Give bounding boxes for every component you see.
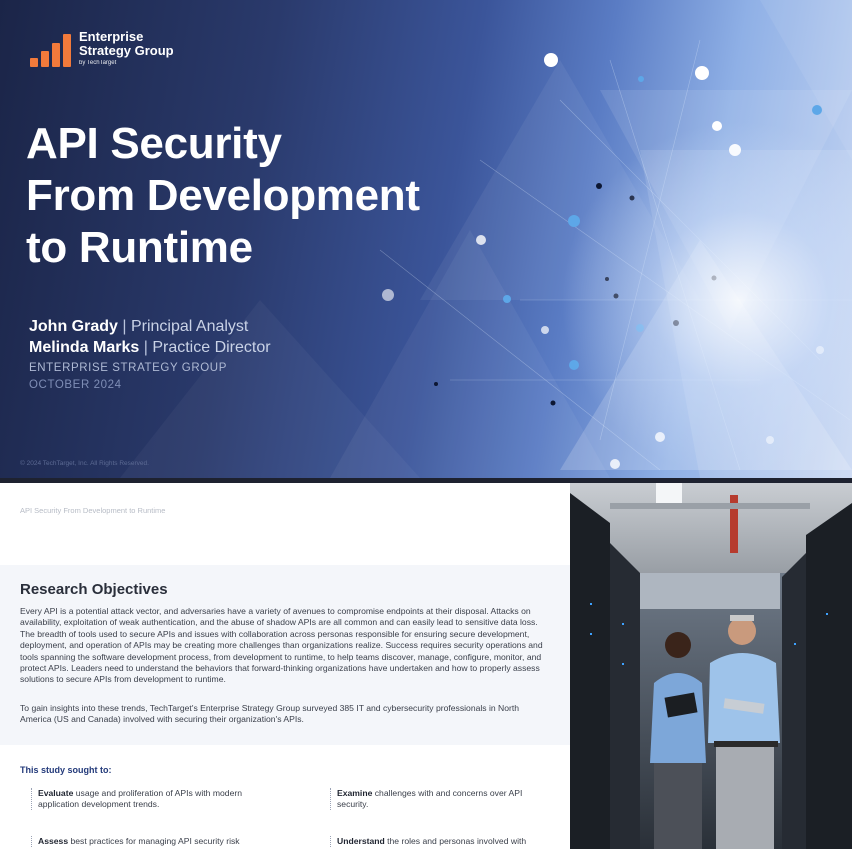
organization-name: ENTERPRISE STRATEGY GROUP bbox=[29, 362, 227, 374]
title-line-1: API Security bbox=[26, 119, 282, 168]
author-separator: | bbox=[143, 339, 148, 356]
cover-title: API Security From Development to Runtime bbox=[26, 118, 546, 274]
running-header: API Security From Development to Runtime bbox=[20, 506, 166, 515]
copyright-notice: © 2024 TechTarget, Inc. All Rights Reser… bbox=[20, 460, 149, 467]
logo-tagline: by TechTarget bbox=[79, 60, 117, 67]
content-page: API Security From Development to Runtime… bbox=[0, 483, 570, 849]
author-list: John Grady | Principal Analyst Melinda M… bbox=[29, 316, 271, 358]
publication-date: OCTOBER 2024 bbox=[29, 379, 122, 391]
study-goals-heading: This study sought to: bbox=[20, 765, 112, 775]
author-2: Melinda Marks | Practice Director bbox=[29, 337, 271, 358]
title-line-2: From Development bbox=[26, 171, 420, 220]
study-goal-item: Assess best practices for managing API s… bbox=[31, 836, 278, 848]
objectives-paragraph-2: To gain insights into these trends, Tech… bbox=[20, 703, 520, 725]
author-name: Melinda Marks bbox=[29, 339, 140, 356]
logo-line1: Enterprise bbox=[79, 29, 144, 44]
datacenter-photo bbox=[570, 483, 852, 849]
study-goal-item: Understand the roles and personas involv… bbox=[330, 836, 557, 848]
author-name: John Grady bbox=[29, 318, 118, 335]
study-goal-item: Examine challenges with and concerns ove… bbox=[330, 788, 537, 811]
goal-verb: Evaluate bbox=[38, 788, 74, 798]
author-separator: | bbox=[122, 318, 127, 335]
logo-line2: Strategy Group bbox=[79, 42, 174, 58]
datacenter-illustration bbox=[570, 483, 852, 849]
author-role: Principal Analyst bbox=[130, 318, 249, 335]
goal-verb: Examine bbox=[337, 788, 373, 798]
logo-bars-icon bbox=[30, 33, 71, 67]
goal-verb: Assess bbox=[38, 836, 69, 846]
author-role: Practice Director bbox=[152, 339, 271, 356]
objectives-paragraph-1: Every API is a potential attack vector, … bbox=[20, 606, 543, 685]
section-title: Research Objectives bbox=[20, 581, 168, 598]
goal-text: best practices for managing API security… bbox=[68, 836, 240, 846]
study-goal-item: Evaluate usage and proliferation of APIs… bbox=[31, 788, 278, 811]
title-line-3: to Runtime bbox=[26, 223, 253, 272]
goal-text: the roles and personas involved with bbox=[384, 836, 527, 846]
goal-verb: Understand bbox=[337, 836, 385, 846]
logo-wordmark: Enterprise Strategy Group by TechTarget bbox=[79, 30, 174, 67]
author-1: John Grady | Principal Analyst bbox=[29, 316, 271, 337]
esg-logo: Enterprise Strategy Group by TechTarget bbox=[30, 30, 174, 67]
cover-page: Enterprise Strategy Group by TechTarget … bbox=[0, 0, 852, 478]
